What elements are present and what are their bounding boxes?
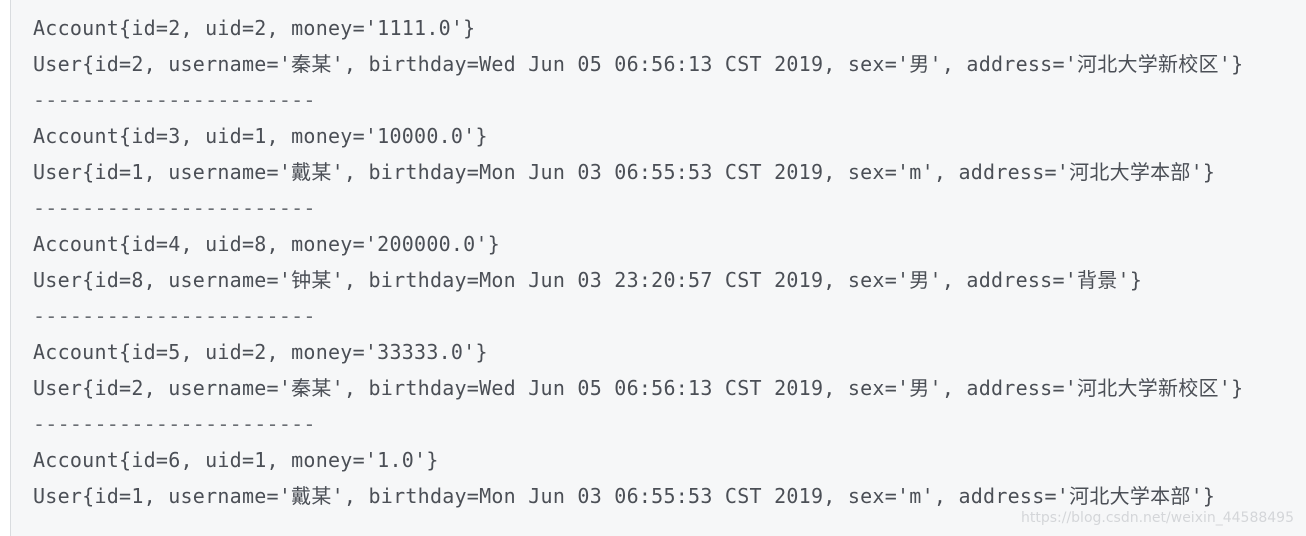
user-line: User{id=8, username='钟某', birthday=Mon J… <box>33 268 1143 292</box>
user-line: User{id=2, username='秦某', birthday=Wed J… <box>33 52 1244 76</box>
account-line: Account{id=5, uid=2, money='33333.0'} <box>33 340 488 364</box>
user-line: User{id=2, username='秦某', birthday=Wed J… <box>33 376 1244 400</box>
separator-line: ----------------------- <box>33 196 316 220</box>
separator-line: ----------------------- <box>33 88 316 112</box>
code-output-block: Account{id=2, uid=2, money='1111.0'} Use… <box>10 0 1306 536</box>
user-line: User{id=1, username='戴某', birthday=Mon J… <box>33 160 1216 184</box>
user-line: User{id=1, username='戴某', birthday=Mon J… <box>33 484 1216 508</box>
account-line: Account{id=2, uid=2, money='1111.0'} <box>33 16 476 40</box>
watermark-text: https://blog.csdn.net/weixin_44588495 <box>1020 510 1294 526</box>
separator-line: ----------------------- <box>33 304 316 328</box>
account-line: Account{id=6, uid=1, money='1.0'} <box>33 448 439 472</box>
account-line: Account{id=4, uid=8, money='200000.0'} <box>33 232 501 256</box>
separator-line: ----------------------- <box>33 412 316 436</box>
account-line: Account{id=3, uid=1, money='10000.0'} <box>33 124 488 148</box>
